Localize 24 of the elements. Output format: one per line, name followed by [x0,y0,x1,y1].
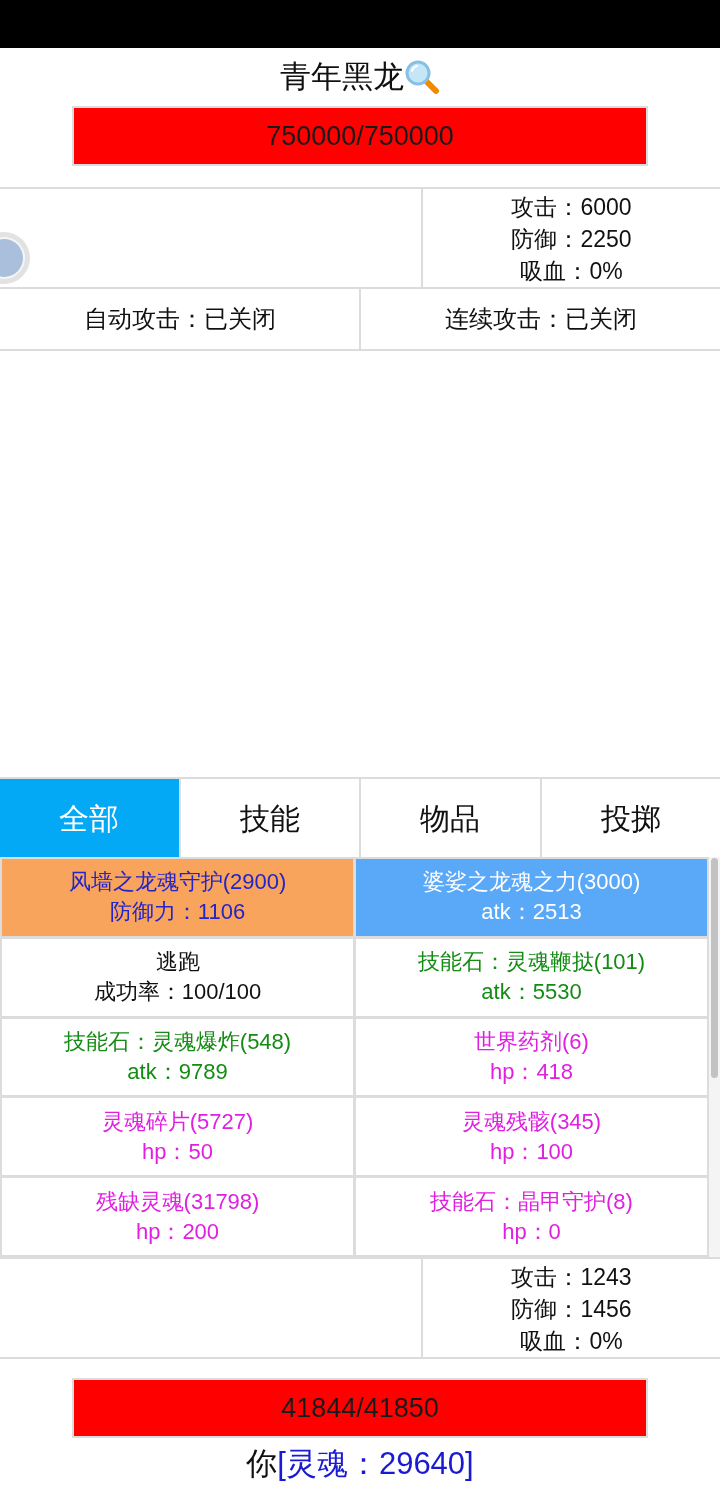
item-button[interactable]: 婆娑之龙魂之力(3000) atk：2513 [356,859,707,936]
stat-text: 吸血：0% [519,1327,624,1356]
stat-text: 攻击：6000 [510,193,633,222]
item-button[interactable]: 技能石：晶甲守护(8) hp：0 [356,1178,707,1255]
item-button[interactable]: 逃跑 成功率：100/100 [2,938,353,1016]
item-button[interactable]: 残缺灵魂(31798) hp：200 [2,1178,353,1255]
soul-count-text: [灵魂：29640] [277,1445,474,1483]
item-button[interactable]: 灵魂残骸(345) hp：100 [356,1098,707,1176]
item-button[interactable]: 技能石：灵魂鞭挞(101) atk：5530 [356,938,707,1016]
player-name: 你 [246,1445,278,1483]
search-icon[interactable] [404,59,440,95]
stat-text: 吸血：0% [519,257,624,286]
stat-text: 防御：2250 [510,225,633,254]
stat-text: 防御：1456 [510,1295,633,1324]
item-button[interactable]: 灵魂碎片(5727) hp：50 [2,1098,353,1176]
item-button[interactable]: 世界药剂(6) hp：418 [356,1018,707,1096]
stat-text: 攻击：1243 [510,1263,633,1292]
item-button[interactable]: 技能石：灵魂爆炸(548) atk：9789 [2,1018,353,1096]
hp-value-text: 41844/41850 [281,1392,439,1425]
hp-value-text: 750000/750000 [266,120,454,153]
scrollbar-thumb[interactable] [711,858,718,1078]
enemy-name: 青年黑龙 [280,58,404,96]
item-button[interactable]: 风墙之龙魂守护(2900) 防御力：1106 [2,859,353,936]
tab[interactable]: 全部 [0,779,179,857]
